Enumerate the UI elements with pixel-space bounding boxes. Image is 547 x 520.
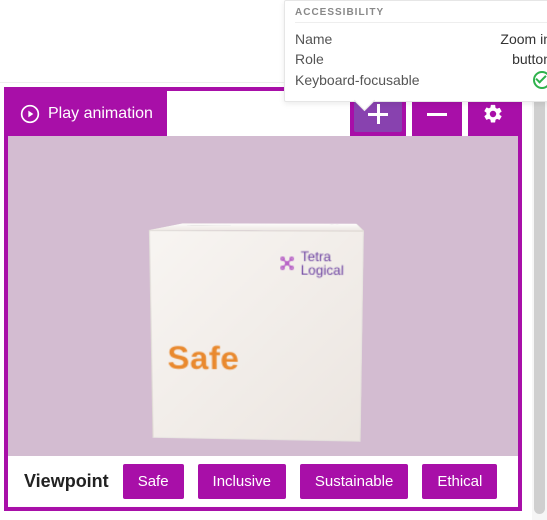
scrollbar-thumb[interactable] [534,84,545,514]
play-animation-button[interactable]: Play animation [8,91,167,136]
gear-icon [482,103,504,125]
check-circle-icon [533,71,547,89]
a11y-row-focusable: Keyboard-focusable [295,69,547,91]
plus-icon [368,104,388,124]
cube-front-word: Safe [167,340,361,380]
play-label: Play animation [48,105,153,123]
a11y-row-name: Name Zoom in [295,29,547,49]
viewpoint-ethical-button[interactable]: Ethical [422,464,497,499]
cube-face-front: Tetra Logical Safe [149,230,364,442]
brand-line1: Tetra [301,249,344,263]
stage[interactable]: Tetra Logical Safe [8,136,518,456]
viewpoint-safe-button[interactable]: Safe [123,464,184,499]
a11y-row-role: Role button [295,49,547,69]
a11y-role-value: button [512,51,547,67]
viewpoint-bar: Viewpoint Safe Inclusive Sustainable Eth… [8,456,518,506]
accessibility-heading: ACCESSIBILITY [295,7,547,18]
a11y-focusable-label: Keyboard-focusable [295,72,420,88]
play-icon [20,104,40,124]
cube-face-top [149,223,364,230]
accessibility-tooltip: ACCESSIBILITY Name Zoom in Role button K… [284,0,547,102]
minus-icon [427,104,447,124]
a11y-name-value: Zoom in [500,31,547,47]
a11y-name-label: Name [295,31,332,47]
brand-logo: Tetra Logical [278,249,344,277]
a11y-role-label: Role [295,51,324,67]
viewpoint-sustainable-button[interactable]: Sustainable [300,464,408,499]
brand-line2: Logical [301,263,344,277]
viewpoint-inclusive-button[interactable]: Inclusive [198,464,286,499]
animation-widget: Play animation [4,87,522,511]
viewpoint-label: Viewpoint [24,471,109,492]
cube: Tetra Logical Safe [168,227,358,417]
logo-mark-icon [278,254,296,272]
accessibility-divider [295,22,547,23]
